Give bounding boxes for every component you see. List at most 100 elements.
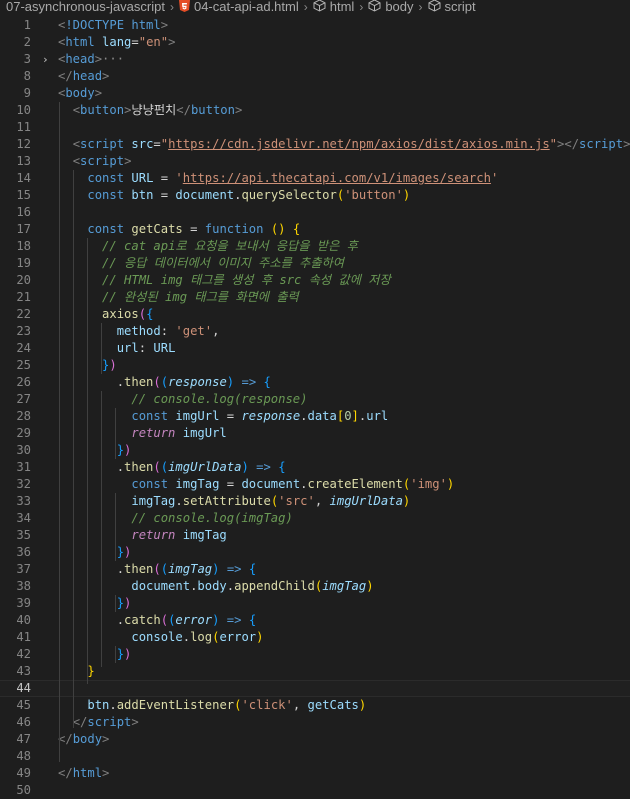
code-token: ) xyxy=(366,579,374,593)
code-line[interactable]: 27 // console.log(response) xyxy=(0,391,630,408)
code-line[interactable]: 38 document.body.appendChild(imgTag) xyxy=(0,578,630,595)
code-line[interactable]: 47 </body> xyxy=(0,731,630,748)
line-number: 34 xyxy=(16,511,31,525)
code-token: URL xyxy=(131,171,154,185)
breadcrumb-html[interactable]: html xyxy=(330,0,355,14)
code-token: </ xyxy=(58,732,73,746)
code-token: const xyxy=(87,188,125,202)
code-token: > xyxy=(124,154,132,168)
code-line[interactable]: 43 } xyxy=(0,663,630,680)
code-token: . xyxy=(58,613,125,627)
code-line[interactable]: 30 }) xyxy=(0,442,630,459)
code-token: getCats xyxy=(307,698,359,712)
code-token: { xyxy=(263,375,271,389)
fold-chevron-icon[interactable]: › xyxy=(42,51,49,68)
line-number: 44 xyxy=(16,681,31,695)
code-line[interactable]: 12 <script src="https://cdn.jsdelivr.net… xyxy=(0,136,630,153)
code-line[interactable]: 16 xyxy=(0,204,630,221)
code-line[interactable]: 20 // HTML img 태그를 생성 후 src 속성 값에 저장 xyxy=(0,272,630,289)
code-line[interactable]: 10 <button>냥냥펀치</button> xyxy=(0,102,630,119)
code-line[interactable]: 40 .catch((error) => { xyxy=(0,612,630,629)
code-text: const getCats = function () { xyxy=(58,221,300,238)
code-token: url xyxy=(116,341,139,355)
code-token: setAttribute xyxy=(182,494,271,508)
breadcrumb-file[interactable]: 04-cat-api-ad.html xyxy=(194,0,299,14)
code-line[interactable]: 11 xyxy=(0,119,630,136)
code-token: 'img' xyxy=(410,477,447,491)
code-editor[interactable]: 50 49 </html> 48 47 </body> 46 </script> 45 btn… xyxy=(0,14,630,797)
code-token: = xyxy=(153,188,176,202)
code-token: = xyxy=(219,477,242,491)
code-line[interactable]: 36 }) xyxy=(0,544,630,561)
code-line[interactable]: 28 const imgUrl = response.data[0].url xyxy=(0,408,630,425)
code-text: <html lang="en"> xyxy=(58,34,175,51)
code-text: btn.addEventListener('click', getCats) xyxy=(58,697,366,714)
code-line[interactable]: 19 // 응답 데이터에서 이미지 주소를 추출하여 xyxy=(0,255,630,272)
code-line[interactable]: 23 method: 'get', xyxy=(0,323,630,340)
code-line[interactable]: 2 <html lang="en"> xyxy=(0,34,630,51)
code-line[interactable]: 46 </script> xyxy=(0,714,630,731)
code-token: 'button' xyxy=(344,188,403,202)
line-number: 18 xyxy=(16,239,31,253)
code-token: { xyxy=(278,460,286,474)
code-line[interactable]: 26 .then((response) => { xyxy=(0,374,630,391)
breadcrumb-folder[interactable]: 07-asynchronous-javascript xyxy=(6,0,165,14)
code-line[interactable]: 13 <script> xyxy=(0,153,630,170)
code-line[interactable]: 29 return imgUrl xyxy=(0,425,630,442)
code-line[interactable]: 42 }) xyxy=(0,646,630,663)
code-line[interactable]: 14 const URL = 'https://api.thecatapi.co… xyxy=(0,170,630,187)
code-line[interactable]: 37 .then((imgTag) => { xyxy=(0,561,630,578)
code-token: } xyxy=(87,664,95,678)
line-number: 50 xyxy=(16,783,31,797)
line-number: 3 xyxy=(23,52,31,66)
code-line[interactable]: 49 </html> xyxy=(0,765,630,782)
breadcrumb-script[interactable]: script xyxy=(445,0,476,14)
code-line[interactable]: 17 const getCats = function () { xyxy=(0,221,630,238)
code-line[interactable]: 18 // cat api로 요청을 보내서 응답을 받은 후 xyxy=(0,238,630,255)
indent-guide xyxy=(59,102,60,762)
code-line[interactable]: 32 const imgTag = document.createElement… xyxy=(0,476,630,493)
code-line[interactable]: 48 xyxy=(0,748,630,765)
code-token: URL xyxy=(153,341,176,355)
code-token: imgUrlData xyxy=(168,460,242,474)
code-line[interactable]: 50 xyxy=(0,782,630,799)
code-token: </ xyxy=(58,766,73,780)
code-token: => xyxy=(226,613,242,627)
code-token: script xyxy=(87,715,132,729)
line-number: 16 xyxy=(16,205,31,219)
code-token: imgUrlData xyxy=(329,494,403,508)
code-line[interactable]: 34 // console.log(imgTag) xyxy=(0,510,630,527)
code-line[interactable]: 8 </head> xyxy=(0,68,630,85)
line-number: 22 xyxy=(16,307,31,321)
code-line[interactable]: 24 url: URL xyxy=(0,340,630,357)
code-line[interactable]: 9 <body> xyxy=(0,85,630,102)
code-token: head xyxy=(65,52,95,66)
code-line[interactable]: 31 .then((imgUrlData) => { xyxy=(0,459,630,476)
code-line[interactable]: 15 const btn = document.querySelector('b… xyxy=(0,187,630,204)
code-token: > xyxy=(94,52,103,66)
code-line[interactable]: 3 › <head>··· xyxy=(0,51,630,68)
code-line[interactable]: 22 axios({ xyxy=(0,306,630,323)
code-token: => xyxy=(256,460,271,474)
code-line[interactable]: 25 }) xyxy=(0,357,630,374)
line-number: 10 xyxy=(16,103,31,117)
code-line[interactable]: 39 }) xyxy=(0,595,630,612)
code-line[interactable]: 33 imgTag.setAttribute('src', imgUrlData… xyxy=(0,493,630,510)
code-line[interactable]: 41 console.log(error) xyxy=(0,629,630,646)
code-line[interactable]: 1 <!DOCTYPE html> xyxy=(0,17,630,34)
code-text: return imgTag xyxy=(58,527,226,544)
code-line[interactable]: 44 xyxy=(0,680,630,697)
code-line[interactable]: 35 return imgTag xyxy=(0,527,630,544)
code-token: > xyxy=(234,103,243,117)
code-line[interactable]: 45 btn.addEventListener('click', getCats… xyxy=(0,697,630,714)
code-token: data xyxy=(307,409,337,423)
breadcrumb-body[interactable]: body xyxy=(385,0,413,14)
code-text: const URL = 'https://api.thecatapi.com/v… xyxy=(58,170,498,187)
code-token: btn xyxy=(131,188,154,202)
code-line[interactable]: 21 // 완성된 img 태그를 화면에 출력 xyxy=(0,289,630,306)
